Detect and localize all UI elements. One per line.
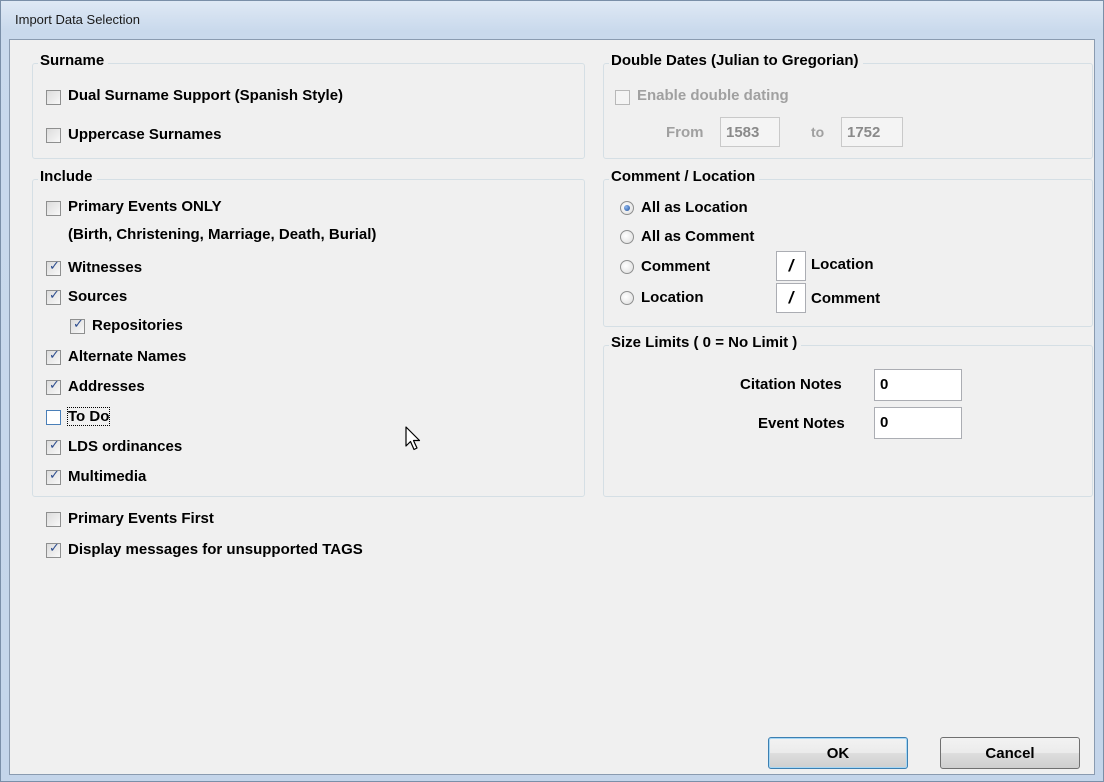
event-notes-label: Event Notes [758,415,845,432]
dual-surname-label[interactable]: Dual Surname Support (Spanish Style) [68,87,343,104]
multimedia-label[interactable]: Multimedia [68,468,146,485]
size-limits-group-title: Size Limits ( 0 = No Limit ) [609,334,802,351]
location-comment-label[interactable]: Location [641,289,704,306]
display-messages-checkbox[interactable] [46,541,61,558]
from-year-input[interactable]: 1583 [720,117,780,147]
addresses-checkbox[interactable] [46,378,61,395]
comment-location-label2: Location [811,256,874,273]
repositories-label[interactable]: Repositories [92,317,183,334]
window-title: Import Data Selection [15,12,141,27]
event-notes-input[interactable]: 0 [874,407,962,439]
addresses-label[interactable]: Addresses [68,378,145,395]
double-dates-group-title: Double Dates (Julian to Gregorian) [609,52,863,69]
to-do-label[interactable]: To Do [66,407,111,426]
primary-events-note: (Birth, Christening, Marriage, Death, Bu… [68,226,377,243]
surname-group [32,63,585,159]
sources-checkbox[interactable] [46,288,61,305]
to-do-checkbox[interactable] [46,410,61,425]
comment-location-label[interactable]: Comment [641,258,710,275]
all-as-location-label[interactable]: All as Location [641,199,748,216]
mouse-pointer-icon [405,426,421,451]
alternate-names-label[interactable]: Alternate Names [68,348,186,365]
all-as-comment-radio[interactable] [620,230,634,244]
primary-events-only-label[interactable]: Primary Events ONLY [68,198,222,215]
lds-ordinances-label[interactable]: LDS ordinances [68,438,182,455]
include-group-title: Include [38,168,97,185]
comment-location-group-title: Comment / Location [609,168,760,185]
location-comment-radio[interactable] [620,291,634,305]
alternate-names-checkbox[interactable] [46,348,61,365]
lds-ordinances-checkbox[interactable] [46,438,61,455]
primary-events-first-checkbox[interactable] [46,512,61,527]
primary-events-first-label[interactable]: Primary Events First [68,510,214,527]
enable-double-dating-checkbox[interactable] [615,90,630,105]
witnesses-checkbox[interactable] [46,259,61,276]
enable-double-dating-label[interactable]: Enable double dating [637,87,789,104]
import-data-selection-window: Import Data Selection Surname Dual Surna… [0,0,1104,782]
primary-events-only-checkbox[interactable] [46,201,61,216]
from-label: From [666,124,704,141]
location-comment-label2: Comment [811,290,881,307]
size-limits-group [603,345,1093,497]
title-bar[interactable]: Import Data Selection [1,1,1103,39]
multimedia-checkbox[interactable] [46,468,61,485]
all-as-comment-label[interactable]: All as Comment [641,228,754,245]
to-label: to [811,124,825,140]
dialog-client-area: Surname Dual Surname Support (Spanish St… [9,39,1095,775]
surname-group-title: Surname [38,52,109,69]
all-as-location-radio[interactable] [620,201,634,215]
to-year-input[interactable]: 1752 [841,117,903,147]
display-messages-label[interactable]: Display messages for unsupported TAGS [68,541,363,558]
repositories-checkbox[interactable] [70,317,85,334]
sources-label[interactable]: Sources [68,288,127,305]
citation-notes-label: Citation Notes [740,376,842,393]
witnesses-label[interactable]: Witnesses [68,259,142,276]
dual-surname-checkbox[interactable] [46,90,61,105]
ok-button[interactable]: OK [768,737,908,769]
location-comment-separator[interactable]: / [776,283,806,313]
uppercase-surnames-label[interactable]: Uppercase Surnames [68,126,221,143]
cancel-button[interactable]: Cancel [940,737,1080,769]
citation-notes-input[interactable]: 0 [874,369,962,401]
comment-location-radio[interactable] [620,260,634,274]
uppercase-surnames-checkbox[interactable] [46,128,61,143]
comment-location-separator[interactable]: / [776,251,806,281]
